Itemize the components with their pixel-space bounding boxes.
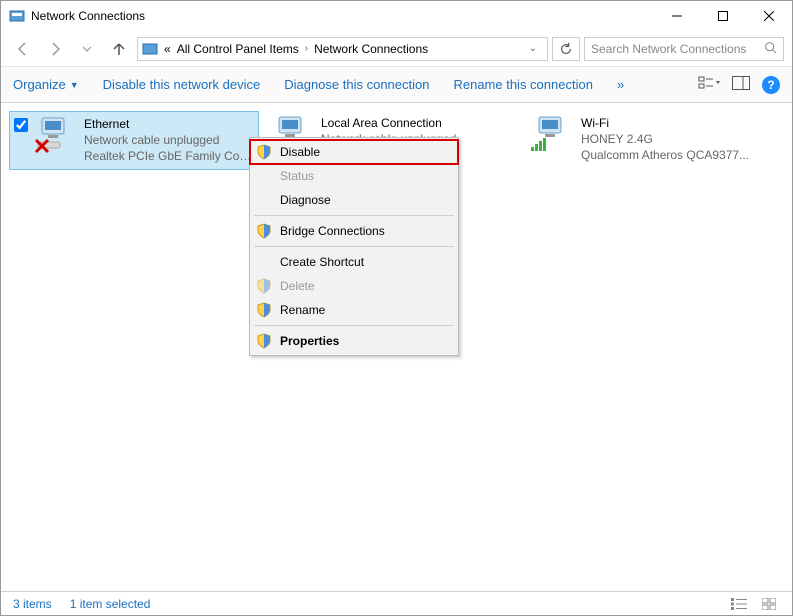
chevron-down-icon[interactable]: ⌄ [523,43,543,54]
context-status-label: Status [280,169,314,183]
dropdown-arrow-icon: ▼ [70,80,79,90]
connection-wifi[interactable]: Wi-Fi HONEY 2.4G Qualcomm Atheros QCA937… [529,111,769,168]
status-item-count: 3 items [13,597,52,611]
app-icon [9,8,25,24]
connection-name: Local Area Connection [321,115,456,131]
view-options-button[interactable] [698,75,720,94]
connection-adapter: Qualcomm Atheros QCA9377... [581,147,749,163]
wifi-icon [533,115,573,151]
up-button[interactable] [105,35,133,63]
rename-connection-label: Rename this connection [453,77,592,92]
context-disable[interactable]: Disable [252,140,456,164]
context-shortcut-label: Create Shortcut [280,255,364,269]
connection-status: HONEY 2.4G [581,131,749,147]
context-disable-label: Disable [280,145,320,159]
context-separator [254,246,454,247]
minimize-button[interactable] [654,1,700,31]
preview-pane-button[interactable] [732,76,750,93]
breadcrumb-prefix: « [164,42,171,56]
context-rename[interactable]: Rename [252,298,456,322]
overflow-menu-button[interactable]: » [617,77,624,92]
chevron-right-icon[interactable]: › [305,43,308,54]
rename-connection-button[interactable]: Rename this connection [453,77,592,92]
breadcrumb-item-1[interactable]: All Control Panel Items [177,42,299,56]
ethernet-icon [36,116,76,152]
connection-ethernet[interactable]: Ethernet Network cable unplugged Realtek… [9,111,259,170]
forward-button[interactable] [41,35,69,63]
connection-checkbox[interactable] [14,118,28,132]
title-bar: Network Connections [1,1,792,31]
maximize-button[interactable] [700,1,746,31]
organize-label: Organize [13,77,66,92]
search-icon [764,41,777,57]
organize-menu[interactable]: Organize ▼ [13,77,79,92]
context-bridge[interactable]: Bridge Connections [252,219,456,243]
context-diagnose-label: Diagnose [280,193,331,207]
context-separator [254,325,454,326]
context-shortcut[interactable]: Create Shortcut [252,250,456,274]
shield-icon [256,302,272,318]
window-title: Network Connections [31,9,654,23]
recent-locations-button[interactable] [73,35,101,63]
details-view-button[interactable] [728,595,750,613]
shield-icon [256,333,272,349]
shield-icon [256,278,272,294]
connection-status: Network cable unplugged [84,132,254,148]
large-icons-view-button[interactable] [758,595,780,613]
help-button[interactable]: ? [762,76,780,94]
diagnose-connection-label: Diagnose this connection [284,77,429,92]
refresh-button[interactable] [552,37,580,61]
connection-name: Wi-Fi [581,115,749,131]
diagnose-connection-button[interactable]: Diagnose this connection [284,77,429,92]
navigation-bar: « All Control Panel Items › Network Conn… [1,31,792,67]
shield-icon [256,223,272,239]
context-rename-label: Rename [280,303,325,317]
breadcrumb-item-2[interactable]: Network Connections [314,42,428,56]
context-menu: Disable Status Diagnose Bridge Connectio… [249,137,459,356]
overflow-label: » [617,77,624,92]
connection-name: Ethernet [84,116,254,132]
address-bar[interactable]: « All Control Panel Items › Network Conn… [137,37,548,61]
status-bar: 3 items 1 item selected [1,591,792,615]
context-separator [254,215,454,216]
connection-adapter: Realtek PCIe GbE Family Con... [84,148,254,164]
disable-device-button[interactable]: Disable this network device [103,77,261,92]
back-button[interactable] [9,35,37,63]
shield-icon [256,144,272,160]
context-delete: Delete [252,274,456,298]
search-input[interactable]: Search Network Connections [584,37,784,61]
location-icon [142,41,158,57]
context-bridge-label: Bridge Connections [280,224,385,238]
context-properties-label: Properties [280,334,339,348]
context-delete-label: Delete [280,279,315,293]
disable-device-label: Disable this network device [103,77,261,92]
command-bar: Organize ▼ Disable this network device D… [1,67,792,103]
close-button[interactable] [746,1,792,31]
search-placeholder: Search Network Connections [591,42,746,56]
context-properties[interactable]: Properties [252,329,456,353]
context-diagnose[interactable]: Diagnose [252,188,456,212]
context-status: Status [252,164,456,188]
status-selection-count: 1 item selected [70,597,151,611]
